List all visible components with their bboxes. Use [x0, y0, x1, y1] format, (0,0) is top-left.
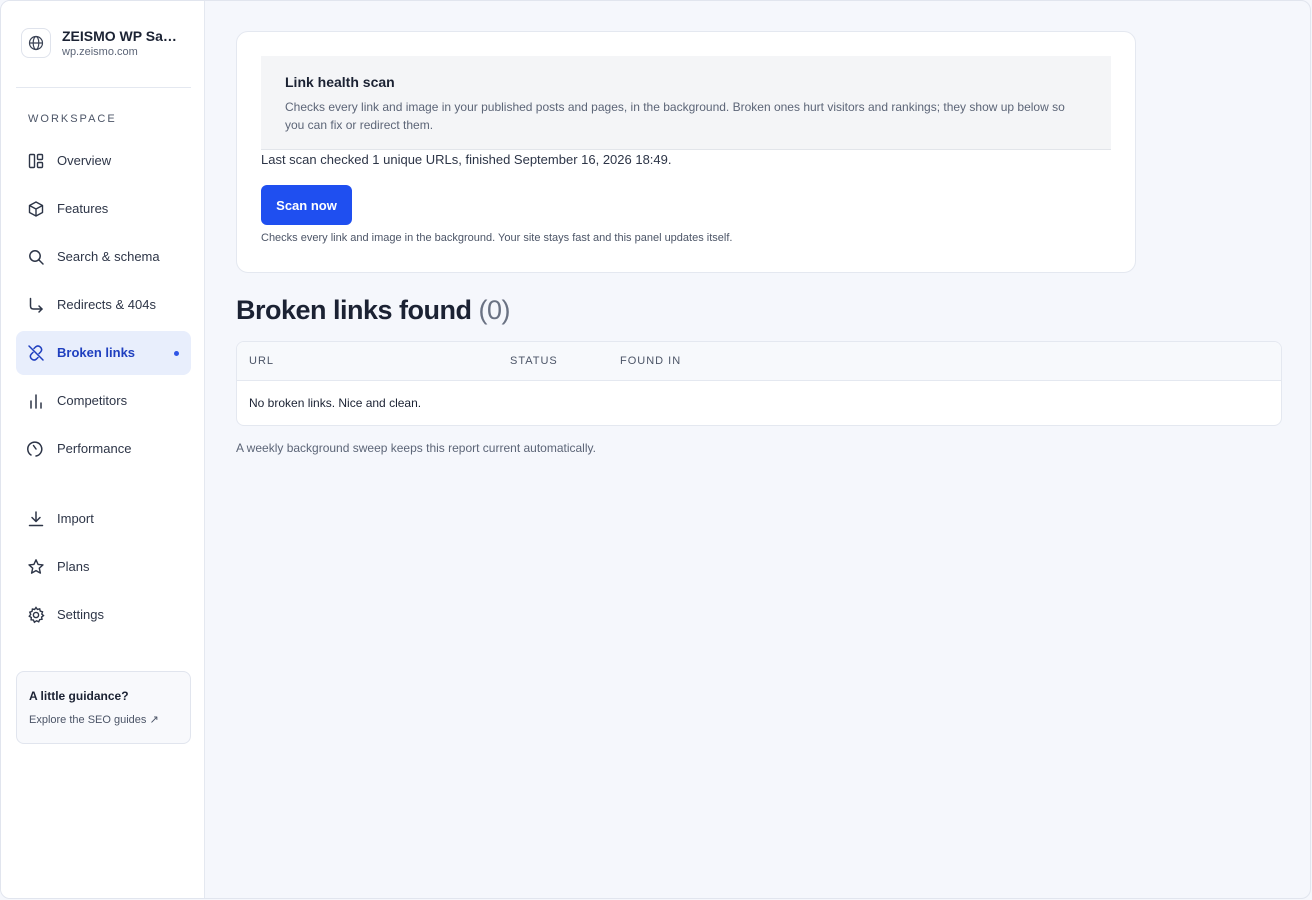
main-content: Link health scan Checks every link and i… — [206, 1, 1310, 898]
sidebar-item-label: Overview — [57, 153, 112, 168]
column-header-url: URL — [249, 355, 275, 367]
sidebar-item-plans[interactable]: Plans — [16, 545, 191, 589]
sidebar-item-label: Performance — [57, 441, 132, 456]
sidebar-item-label: Redirects & 404s — [57, 297, 156, 312]
active-indicator-dot — [174, 351, 179, 356]
scan-hint: Checks every link and image in the backg… — [261, 232, 733, 244]
sidebar-item-import[interactable]: Import — [16, 497, 191, 541]
broken-links-heading: Broken links found (0) — [236, 295, 511, 326]
sidebar-item-redirects[interactable]: Redirects & 404s — [16, 283, 191, 327]
broken-links-count: (0) — [478, 295, 511, 325]
last-scan-status: Last scan checked 1 unique URLs, finishe… — [261, 152, 672, 167]
sidebar-item-label: Search & schema — [57, 249, 160, 264]
table-header: URL STATUS FOUND IN — [237, 342, 1281, 381]
download-icon — [27, 510, 45, 528]
sidebar-item-performance[interactable]: Performance — [16, 427, 191, 471]
guidance-title: A little guidance? — [29, 689, 129, 703]
link-health-scan-card: Link health scan Checks every link and i… — [236, 31, 1136, 273]
sidebar-item-search-schema[interactable]: Search & schema — [16, 235, 191, 279]
scan-title: Link health scan — [285, 74, 395, 90]
sidebar-item-label: Import — [57, 511, 94, 526]
app-window: ZEISMO WP Sandbox wp.zeismo.com WORKSPAC… — [0, 0, 1311, 899]
dashboard-icon — [27, 152, 45, 170]
empty-state-message: No broken links. Nice and clean. — [249, 396, 422, 410]
gauge-icon — [27, 440, 45, 458]
broken-links-title: Broken links found — [236, 295, 472, 325]
search-icon — [27, 248, 45, 266]
scan-description: Checks every link and image in your publ… — [285, 100, 1065, 132]
site-switcher[interactable]: ZEISMO WP Sandbox wp.zeismo.com — [21, 28, 191, 60]
sidebar-item-settings[interactable]: Settings — [16, 593, 191, 637]
broken-link-icon — [27, 344, 45, 362]
scan-card-header: Link health scan Checks every link and i… — [261, 56, 1111, 150]
star-icon — [27, 558, 45, 576]
section-label: WORKSPACE — [28, 113, 117, 125]
sidebar-item-competitors[interactable]: Competitors — [16, 379, 191, 423]
globe-icon — [21, 28, 51, 58]
weekly-sweep-note: A weekly background sweep keeps this rep… — [236, 441, 596, 455]
bar-chart-icon — [27, 392, 45, 410]
scan-now-button[interactable]: Scan now — [261, 185, 352, 225]
sidebar-item-features[interactable]: Features — [16, 187, 191, 231]
seo-guides-link[interactable]: Explore the SEO guides ↗ — [29, 713, 159, 726]
redirect-arrow-icon — [27, 296, 45, 314]
sidebar-item-label: Plans — [57, 559, 90, 574]
sidebar: ZEISMO WP Sandbox wp.zeismo.com WORKSPAC… — [1, 1, 205, 898]
column-header-found-in: FOUND IN — [620, 355, 682, 367]
site-name: ZEISMO WP Sandbox — [62, 28, 184, 44]
sidebar-item-label: Settings — [57, 607, 104, 622]
sidebar-item-label: Broken links — [57, 345, 136, 360]
gear-icon — [27, 606, 45, 624]
site-url: wp.zeismo.com — [62, 46, 138, 58]
broken-links-table: URL STATUS FOUND IN No broken links. Nic… — [236, 341, 1282, 426]
sidebar-item-label: Competitors — [57, 393, 128, 408]
sidebar-item-broken-links[interactable]: Broken links — [16, 331, 191, 375]
sidebar-item-overview[interactable]: Overview — [16, 139, 191, 183]
guidance-card: A little guidance? Explore the SEO guide… — [16, 671, 191, 744]
column-header-status: STATUS — [510, 355, 558, 367]
divider — [16, 87, 191, 88]
sidebar-item-label: Features — [57, 201, 109, 216]
cube-icon — [27, 200, 45, 218]
